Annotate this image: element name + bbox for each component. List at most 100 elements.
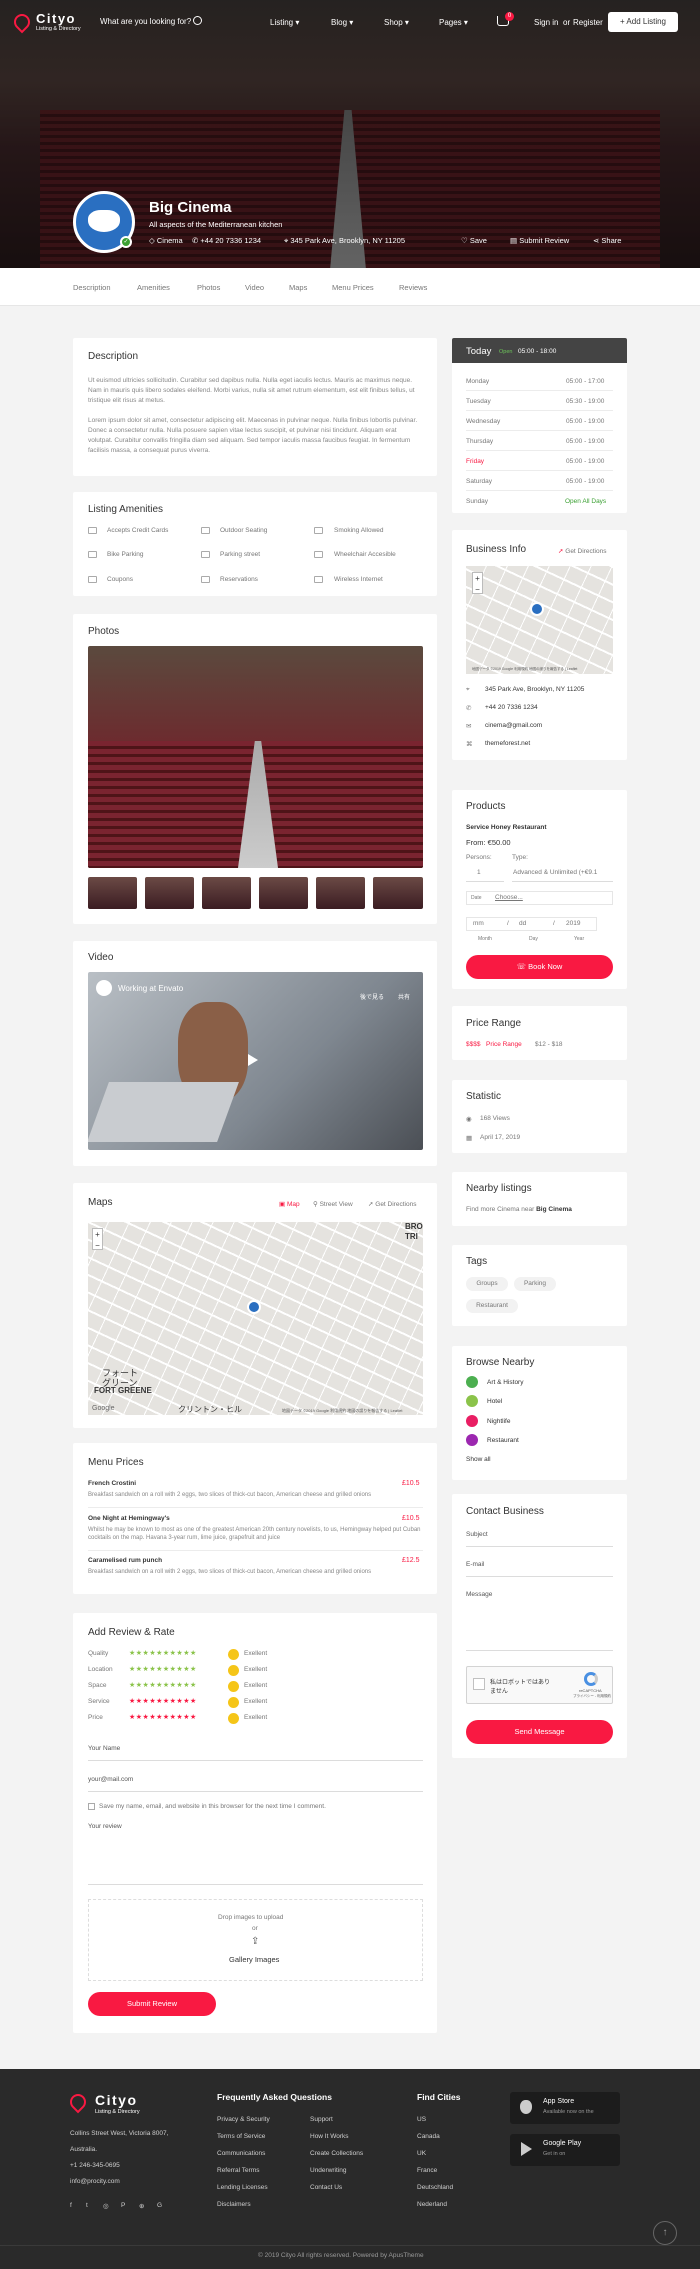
browse-item[interactable]: Hotel [487,1398,502,1405]
footer-link[interactable]: Referral Terms [217,2167,260,2174]
tab-description[interactable]: Description [73,283,111,292]
message-textarea[interactable]: Message [466,1591,492,1598]
city-link[interactable]: Nederland [417,2201,447,2208]
watch-later-button[interactable]: 後で見る [360,992,384,1001]
browse-item[interactable]: Nightlife [487,1418,510,1425]
listing-map[interactable]: + − フォート グリーン FORT GREENE クリントン・ヒル BRO TR… [88,1222,423,1415]
listing-address[interactable]: ⌖ 345 Park Ave, Brooklyn, NY 11205 [284,236,405,246]
video-share-button[interactable]: 共有 [398,992,410,1001]
back-to-top-button[interactable]: ↑ [653,2221,677,2245]
tab-reviews[interactable]: Reviews [399,283,427,292]
footer-link[interactable]: Contact Us [310,2184,342,2191]
show-all-link[interactable]: Show all [466,1456,491,1463]
tab-maps[interactable]: Maps [289,283,307,292]
nav-shop[interactable]: Shop ▾ [384,18,409,27]
business-phone[interactable]: +44 20 7336 1234 [485,704,538,711]
browse-item[interactable]: Art & History [487,1379,523,1386]
logo[interactable]: Cityo [36,11,76,26]
tag-chip[interactable]: Restaurant [466,1299,518,1313]
city-link[interactable]: France [417,2167,437,2174]
footer-phone[interactable]: +1 246-345-0695 [70,2162,120,2169]
date-choose[interactable]: Choose... [495,894,523,901]
month-input[interactable]: mm [473,920,484,927]
add-listing-button[interactable]: + Add Listing [608,12,678,32]
nav-listing[interactable]: Listing ▾ [270,18,299,27]
pinterest-icon[interactable]: P [121,2202,125,2209]
save-button[interactable]: ♡ Save [461,236,487,245]
photo-thumbnail[interactable] [373,877,423,909]
nearby-strong[interactable]: Big Cinema [536,1206,572,1213]
photo-thumbnail[interactable] [88,877,137,909]
rating-stars[interactable]: ★★★★★★★★★★ [129,1697,197,1705]
footer-email[interactable]: info@procity.com [70,2178,120,2185]
listing-category[interactable]: ◇ Cinema [149,236,183,245]
register-link[interactable]: Register [573,18,603,27]
business-map[interactable]: + − 地図データ ©2019 Google 利用規約 地図の誤りを報告する | … [466,566,613,674]
rating-stars[interactable]: ★★★★★★★★★★ [129,1713,197,1721]
search-icon[interactable] [193,16,202,25]
tab-amenities[interactable]: Amenities [137,283,170,292]
footer-link[interactable]: Create Collections [310,2150,363,2157]
recaptcha-checkbox[interactable] [473,1678,485,1690]
nav-blog[interactable]: Blog ▾ [331,18,353,27]
dribbble-icon[interactable]: ⊕ [139,2202,144,2210]
photo-thumbnail[interactable] [145,877,194,909]
footer-link[interactable]: Communications [217,2150,265,2157]
book-now-button[interactable]: ☏ Book Now [466,955,613,979]
footer-logo[interactable]: Cityo [95,2092,138,2108]
map-view-button[interactable]: ▣ Map [279,1200,300,1208]
contact-email-input[interactable]: E-mail [466,1561,484,1568]
share-button[interactable]: ⋖ Share [593,236,621,245]
tab-photos[interactable]: Photos [197,283,220,292]
tag-chip[interactable]: Groups [466,1277,508,1291]
footer-link[interactable]: How It Works [310,2133,349,2140]
get-directions-button[interactable]: ➚ Get Directions [368,1200,416,1208]
submit-review-button[interactable]: Submit Review [88,1992,216,2016]
day-input[interactable]: dd [519,920,526,927]
name-input[interactable]: Your Name [88,1745,120,1752]
map-zoom-control[interactable]: + − [92,1228,103,1250]
footer-link[interactable]: Disclaimers [217,2201,251,2208]
year-input[interactable]: 2019 [566,920,580,927]
rating-stars[interactable]: ★★★★★★★★★★ [129,1681,197,1689]
send-message-button[interactable]: Send Message [466,1720,613,1744]
footer-link[interactable]: Support [310,2116,333,2123]
map-pin-icon[interactable] [247,1300,261,1314]
sign-in-link[interactable]: Sign in [534,18,558,27]
logo-pin-icon[interactable] [10,10,34,34]
business-directions-link[interactable]: ➚ Get Directions [558,547,606,555]
subject-input[interactable]: Subject [466,1531,488,1538]
footer-link[interactable]: Lending Licenses [217,2184,268,2191]
listing-phone[interactable]: ✆ +44 20 7336 1234 [192,236,261,245]
city-link[interactable]: Canada [417,2133,440,2140]
city-link[interactable]: Deutschland [417,2184,453,2191]
review-textarea[interactable]: Your review [88,1823,122,1830]
main-photo[interactable] [88,646,423,868]
search-input[interactable]: What are you looking for? [100,17,191,26]
type-select[interactable]: Advanced & Unlimited (+€9.1 [513,869,611,876]
city-link[interactable]: UK [417,2150,426,2157]
rating-stars[interactable]: ★★★★★★★★★★ [129,1649,197,1657]
twitter-icon[interactable]: t [86,2202,88,2209]
date-field[interactable] [466,891,613,905]
persons-select[interactable]: 1 [477,869,481,876]
nav-pages[interactable]: Pages ▾ [439,18,468,27]
tag-chip[interactable]: Parking [514,1277,556,1291]
business-email[interactable]: cinema@gmail.com [485,722,542,729]
rating-stars[interactable]: ★★★★★★★★★★ [129,1665,197,1673]
gallery-images-button[interactable]: Gallery Images [229,1955,279,1964]
photo-thumbnail[interactable] [202,877,251,909]
browse-item[interactable]: Restaurant [487,1437,519,1444]
instagram-icon[interactable]: ◎ [103,2202,109,2210]
google-icon[interactable]: G [157,2202,162,2209]
email-input[interactable]: your@mail.com [88,1776,133,1783]
save-info-checkbox[interactable] [88,1803,95,1810]
recaptcha-privacy[interactable]: プライバシー - 利用規約 [573,1694,611,1699]
map-zoom-control[interactable]: + − [472,572,483,594]
photo-thumbnail[interactable] [259,877,308,909]
city-link[interactable]: US [417,2116,426,2123]
tab-video[interactable]: Video [245,283,264,292]
photo-thumbnail[interactable] [316,877,365,909]
facebook-icon[interactable]: f [70,2202,72,2209]
footer-link[interactable]: Underwriting [310,2167,347,2174]
